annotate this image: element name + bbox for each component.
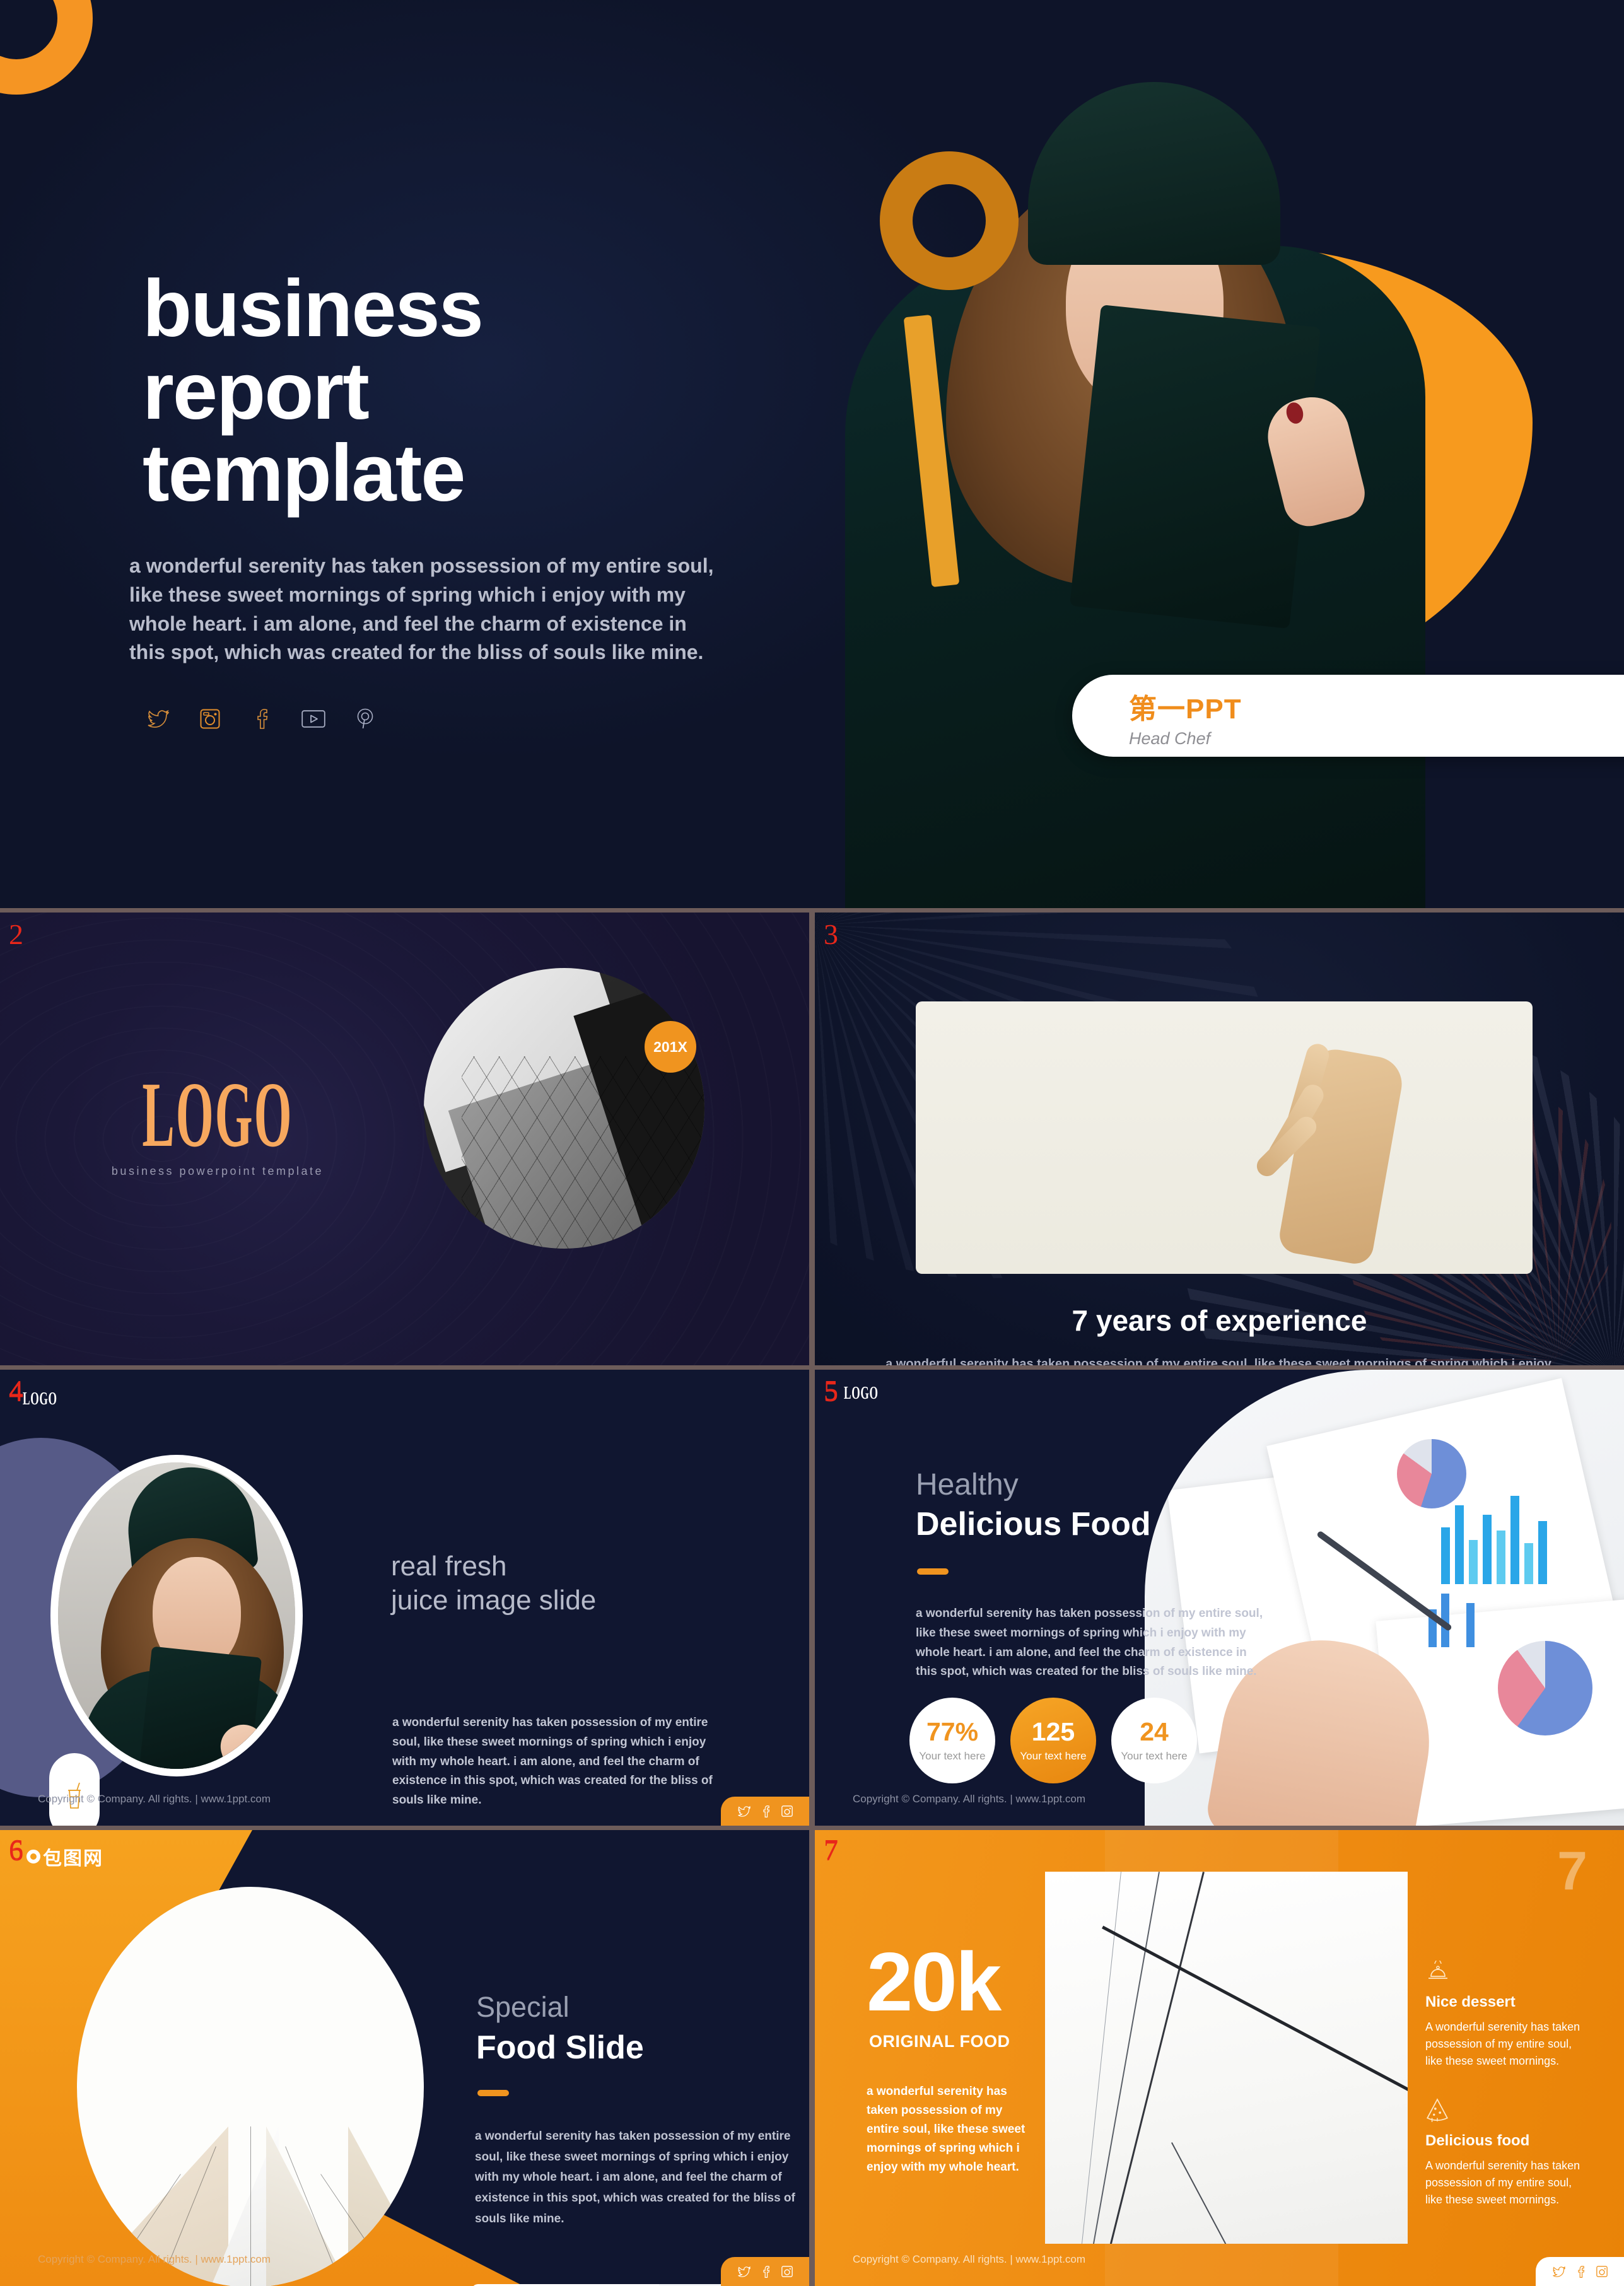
copyright-text: Copyright © Company. All rights. | www.1…: [853, 2253, 1086, 2265]
slide-number-5: 5: [824, 1374, 838, 1406]
page-title: Food Slide: [476, 2029, 644, 2066]
slide-5[interactable]: 5 LOGO Healthy Delicious Food a wonderfu…: [815, 1370, 1624, 1826]
facebook-icon[interactable]: [247, 706, 276, 732]
title-line-3: template: [143, 428, 465, 519]
stat-circle[interactable]: 125 Your text here: [1010, 1698, 1096, 1783]
feature-desc: A wonderful serenity has taken possessio…: [1425, 2021, 1580, 2067]
twitter-icon[interactable]: [737, 2266, 751, 2277]
title-line-2: report: [143, 346, 370, 436]
facebook-icon[interactable]: [762, 1805, 770, 1817]
pizza-slice-icon: [1425, 2098, 1583, 2125]
feature-desc: A wonderful serenity has taken possessio…: [1425, 2159, 1580, 2206]
page-title: Delicious Food: [916, 1506, 1151, 1542]
page-subtitle: Special: [476, 1991, 570, 2023]
intro-paragraph: a wonderful serenity has taken possessio…: [129, 554, 714, 664]
instagram-icon[interactable]: [196, 706, 225, 732]
stat-label: Your text here: [919, 1749, 986, 1762]
title-line-2: juice image slide: [391, 1584, 597, 1616]
accent-rule: [477, 2090, 509, 2096]
instagram-icon[interactable]: [781, 1805, 793, 1817]
slide-number: 3: [824, 918, 838, 950]
feature-item[interactable]: Nice dessert A wonderful serenity has ta…: [1425, 1959, 1583, 2070]
body-paragraph: a wonderful serenity has taken possessio…: [392, 1716, 713, 1807]
page-title: business report template: [143, 264, 484, 519]
logo-text: LOGO: [844, 1384, 879, 1403]
slide-2[interactable]: 2 LOGO business powerpoint template 201X: [0, 913, 809, 1365]
instagram-icon[interactable]: [781, 2266, 793, 2277]
footer-social-bar[interactable]: [1536, 2257, 1624, 2286]
slide-number-6: 6: [9, 1833, 23, 1865]
orange-donut-secondary: [880, 151, 1019, 290]
body-paragraph: a wonderful serenity has taken possessio…: [867, 2085, 1025, 2174]
logo-text: LOGO: [142, 1063, 293, 1167]
stat-value: 24: [1140, 1717, 1169, 1746]
pinterest-icon[interactable]: [351, 706, 380, 732]
stat-circles: 77% Your text here 125 Your text here 24…: [909, 1698, 1197, 1783]
copyright-text: Copyright © Company. All rights. | www.1…: [38, 1793, 271, 1805]
stat-label: Your text here: [1020, 1749, 1087, 1762]
watermark-number: 7: [1557, 1841, 1587, 1901]
stat-label: Your text here: [1121, 1749, 1188, 1762]
slide-4[interactable]: 4 4 LOGO real fresh juice image slide a …: [0, 1370, 809, 1826]
speaker-role: Head Chef: [1129, 729, 1211, 748]
wooden-hand-photo: [916, 1001, 1533, 1274]
stat-circle[interactable]: 77% Your text here: [909, 1698, 995, 1783]
logo-dot-icon: [26, 1850, 40, 1863]
section-paragraph: a wonderful serenity has taken possessio…: [885, 1357, 1551, 1365]
title-line-1: business: [143, 264, 484, 354]
slide-1[interactable]: business report template a wonderful ser…: [0, 0, 1624, 908]
slide-3[interactable]: 3 7 years of experience a wonderful sere…: [815, 913, 1624, 1365]
hero-photo-woman: [788, 44, 1482, 908]
body-paragraph: a wonderful serenity has taken possessio…: [475, 2130, 795, 2225]
stat-caption: ORIGINAL FOOD: [869, 2032, 1010, 2051]
portrait-photo-oval: [50, 1455, 303, 1776]
twitter-icon[interactable]: [737, 1805, 751, 1817]
charts-desk-photo: [1145, 1370, 1624, 1826]
accent-rule: [917, 1568, 949, 1575]
cloche-icon: [1425, 1959, 1583, 1986]
architecture-photo-circle: [424, 968, 704, 1249]
page-subtitle: Healthy: [916, 1468, 1019, 1502]
architecture-photo-oval: [77, 1887, 424, 2286]
stat-circle[interactable]: 24 Your text here: [1111, 1698, 1197, 1783]
logo-text: LOGO: [23, 1389, 57, 1409]
slide-6[interactable]: 6 6 包图网 Special Food Slide a wonderful s…: [0, 1830, 809, 2286]
juice-cup-icon: [49, 1753, 100, 1826]
feature-item[interactable]: Delicious food A wonderful serenity has …: [1425, 2098, 1583, 2208]
speaker-name: 第一PPT: [1129, 694, 1242, 725]
facebook-icon[interactable]: [1577, 2265, 1585, 2278]
section-heading: 7 years of experience: [1072, 1304, 1367, 1337]
speaker-card[interactable]: 第一PPT Head Chef: [1072, 675, 1624, 757]
logo[interactable]: 6 包图网: [10, 1843, 103, 1870]
slide-number-4: 4: [9, 1374, 23, 1406]
slide-7[interactable]: 7 7 20k ORIGINAL FOOD a wonderful sereni…: [815, 1830, 1624, 2286]
footer-social-bar[interactable]: [721, 1797, 809, 1826]
twitter-icon[interactable]: [144, 706, 173, 732]
stat-value: 125: [1031, 1717, 1075, 1746]
slide-number-7: 7: [824, 1833, 838, 1865]
body-paragraph: a wonderful serenity has taken possessio…: [916, 1607, 1263, 1679]
feature-title: Nice dessert: [1425, 1993, 1516, 2010]
slide-deck-preview: business report template a wonderful ser…: [0, 0, 1624, 2286]
copyright-text: Copyright © Company. All rights. | www.1…: [853, 1793, 1086, 1805]
footer-social-bar[interactable]: [721, 2257, 809, 2286]
slide-number: 2: [9, 918, 23, 950]
facebook-icon[interactable]: [762, 2265, 770, 2278]
architecture-photo: [1045, 1872, 1408, 2244]
youtube-icon[interactable]: [299, 706, 328, 732]
page-title: real fresh juice image slide: [391, 1549, 596, 1617]
stat-big-number: 20k: [867, 1935, 1002, 2028]
logo-subtitle: business powerpoint template: [111, 1165, 324, 1177]
twitter-icon[interactable]: [1552, 2266, 1565, 2277]
stat-value: 77%: [926, 1717, 979, 1746]
social-links-row[interactable]: [144, 706, 380, 732]
instagram-icon[interactable]: [1596, 2266, 1608, 2277]
feature-title: Delicious food: [1425, 2132, 1530, 2149]
feature-list: Nice dessert A wonderful serenity has ta…: [1425, 1959, 1583, 2237]
title-line-1: real fresh: [391, 1551, 507, 1582]
logo-text: 包图网: [43, 1848, 103, 1869]
year-badge: 201X: [645, 1021, 696, 1073]
copyright-text: Copyright © Company. All rights. | www.1…: [38, 2253, 271, 2265]
